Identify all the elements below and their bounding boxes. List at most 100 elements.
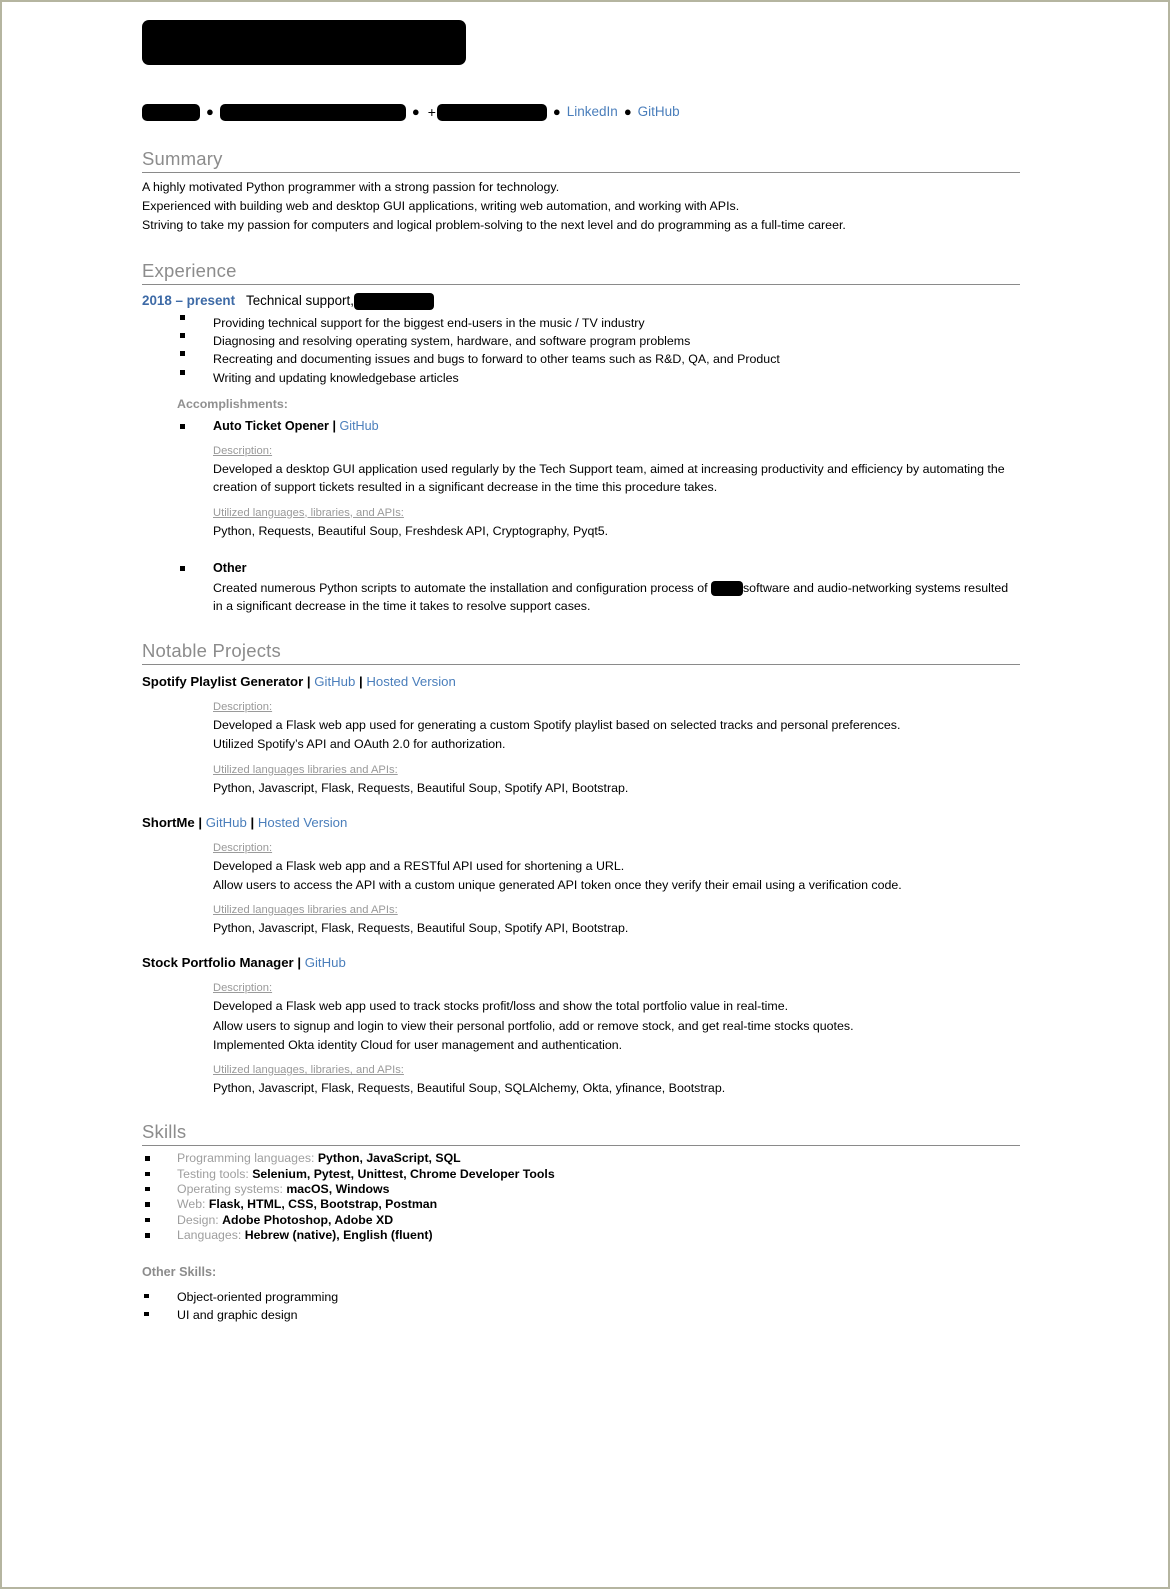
square-bullet-icon	[180, 333, 185, 339]
contact-separator: ●	[623, 104, 632, 120]
other-text-before: Created numerous Python scripts to autom…	[213, 580, 711, 595]
skill-value: Flask, HTML, CSS, Bootstrap, Postman	[208, 1197, 438, 1212]
list-item: Programming languages: Python, JavaScrip…	[142, 1151, 1020, 1166]
summary-line-2: Experienced with building web and deskto…	[142, 199, 740, 214]
project-hosted-version-link[interactable]: Hosted Version	[366, 674, 455, 689]
square-bullet-icon	[144, 1293, 149, 1299]
project-body: Description: Developed a Flask web app u…	[213, 981, 1020, 1097]
skill-value: Selenium, Pytest, Unittest, Chrome Devel…	[252, 1166, 555, 1181]
other-skills-label: Other Skills:	[142, 1264, 217, 1279]
square-bullet-icon	[145, 1156, 150, 1161]
divider-pipe: |	[198, 814, 203, 830]
tech-label: Utilized languages libraries and APIs:	[213, 904, 398, 917]
divider-pipe: |	[359, 674, 363, 690]
tech-value: Python, Javascript, Flask, Requests, Bea…	[213, 1080, 726, 1095]
accomplishment-heading: Other	[213, 560, 247, 575]
description-text: Developed a desktop GUI application used…	[213, 462, 1005, 495]
redacted-phone-bar	[436, 103, 547, 121]
project-github-link[interactable]: GitHub	[206, 815, 247, 830]
square-bullet-icon	[180, 424, 185, 430]
skill-label: Languages:	[177, 1228, 242, 1243]
description-label: Description:	[213, 701, 273, 714]
contact-separator: ●	[206, 104, 214, 120]
list-item: Diagnosing and resolving operating syste…	[180, 333, 1020, 351]
job-entry-header: 2018 – present Technical support,	[142, 291, 1020, 311]
square-bullet-icon	[180, 315, 185, 321]
duty-text: Writing and updating knowledgebase artic…	[213, 370, 459, 385]
list-item: Testing tools: Selenium, Pytest, Unittes…	[142, 1167, 1020, 1182]
divider-pipe: |	[332, 419, 336, 434]
accomplishment-name: Auto Ticket Opener	[213, 419, 329, 434]
redacted-name-bar	[142, 20, 466, 65]
skill-label: Testing tools:	[177, 1166, 249, 1181]
experience-section: Experience 2018 – present Technical suppo…	[142, 260, 1020, 615]
square-bullet-icon	[180, 351, 185, 357]
other-skills-list: Object-oriented programming UI and graph…	[142, 1288, 1020, 1325]
tech-value: Python, Javascript, Flask, Requests, Bea…	[213, 921, 629, 936]
other-skill-text: Object-oriented programming	[177, 1289, 339, 1304]
tech-value: Python, Requests, Beautiful Soup, Freshd…	[213, 523, 609, 538]
skills-section: Skills Programming languages: Python, Ja…	[142, 1121, 1020, 1324]
list-item: UI and graphic design	[142, 1306, 1020, 1324]
square-bullet-icon	[145, 1217, 150, 1223]
project-github-link[interactable]: GitHub	[305, 955, 346, 970]
tech-value: Python, Javascript, Flask, Requests, Bea…	[213, 780, 629, 795]
accomplishment-heading: Auto Ticket Opener | GitHub	[213, 417, 1020, 435]
other-skill-text: UI and graphic design	[177, 1307, 298, 1322]
redacted-email-bar	[219, 103, 406, 121]
project-github-link[interactable]: GitHub	[314, 674, 355, 689]
phone-plus-prefix: +	[427, 104, 436, 121]
redacted-company-bar	[353, 293, 434, 311]
other-accomplishment-text: Created numerous Python scripts to autom…	[213, 579, 1020, 615]
description-line: Utilized Spotify’s API and OAuth 2.0 for…	[213, 737, 506, 752]
divider-pipe: |	[306, 674, 311, 690]
square-bullet-icon	[144, 1311, 149, 1317]
resume-page: ● ● + ● LinkedIn ● GitHub Summary A highly mot…	[0, 0, 1170, 1589]
duty-text: Recreating and documenting issues and bu…	[213, 352, 780, 367]
duty-text: Diagnosing and resolving operating syste…	[213, 334, 691, 349]
accomplishment-auto-ticket-opener: Auto Ticket Opener | GitHub Description:…	[180, 417, 1020, 540]
job-dates: 2018 – present	[142, 293, 236, 309]
skills-heading: Skills	[142, 1121, 187, 1143]
description-line: Allow users to access the API with a cus…	[213, 877, 902, 892]
list-item: Object-oriented programming	[142, 1288, 1020, 1306]
divider-pipe: |	[250, 814, 255, 830]
project-heading: ShortMe | GitHub | Hosted Version	[142, 813, 1020, 832]
description-line: Developed a Flask web app and a RESTful …	[213, 858, 625, 873]
skill-value: Adobe Photoshop, Adobe XD	[222, 1212, 394, 1227]
linkedin-link[interactable]: LinkedIn	[567, 104, 618, 119]
tech-label: Utilized languages, libraries, and APIs:	[213, 506, 404, 519]
square-bullet-icon	[145, 1186, 150, 1192]
skill-value: Python, JavaScript, SQL	[317, 1151, 461, 1166]
square-bullet-icon	[145, 1171, 150, 1177]
list-item: Writing and updating knowledgebase artic…	[180, 369, 1020, 388]
project-hosted-version-link[interactable]: Hosted Version	[258, 815, 347, 830]
github-link[interactable]: GitHub	[638, 104, 680, 119]
square-bullet-icon	[180, 369, 185, 375]
summary-section: Summary A highly motivated Python progra…	[142, 148, 1020, 234]
project-name: ShortMe	[142, 814, 195, 830]
accomplishments-label: Accomplishments:	[177, 397, 288, 412]
description-label: Description:	[213, 445, 273, 458]
skill-value: Hebrew (native), English (fluent)	[244, 1228, 433, 1243]
project-stock-portfolio-manager: Stock Portfolio Manager | GitHub Descrip…	[142, 953, 1020, 1097]
skill-label: Web:	[177, 1197, 206, 1212]
job-title: Technical support,	[246, 293, 354, 309]
description-line: Developed a Flask web app used for gener…	[213, 718, 901, 733]
square-bullet-icon	[145, 1202, 150, 1207]
contact-separator: ●	[552, 104, 561, 120]
contact-separator: ●	[411, 104, 420, 120]
tech-label: Utilized languages libraries and APIs:	[213, 763, 398, 776]
resume-header: ● ● + ● LinkedIn ● GitHub	[142, 20, 1020, 122]
description-label: Description:	[213, 841, 273, 854]
summary-divider	[142, 172, 1020, 174]
project-body: Description: Developed a Flask web app u…	[213, 700, 1020, 797]
experience-heading: Experience	[142, 260, 237, 282]
list-item: Web: Flask, HTML, CSS, Bootstrap, Postma…	[142, 1197, 1020, 1212]
description-line: Developed a Flask web app used to track …	[213, 999, 789, 1014]
skill-label: Operating systems:	[177, 1181, 283, 1196]
accomplishment-github-link[interactable]: GitHub	[339, 419, 378, 433]
divider-pipe: |	[297, 955, 302, 971]
square-bullet-icon	[145, 1233, 150, 1238]
summary-heading: Summary	[142, 148, 223, 170]
